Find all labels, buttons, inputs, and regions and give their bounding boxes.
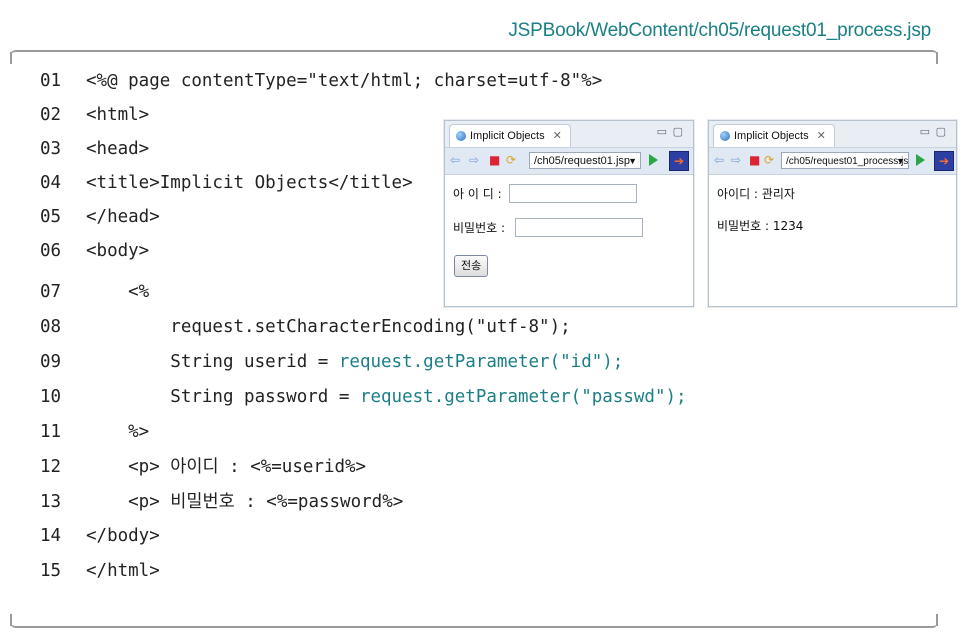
chevron-down-icon[interactable]: ▼ bbox=[628, 153, 637, 168]
code-line: 08 request.setCharacterEncoding("utf-8")… bbox=[40, 317, 571, 337]
tab-bar: Implicit Objects ✕ ▭ ▢ bbox=[445, 121, 693, 148]
code-line: 12 <p> 아이디 : <%=userid%> bbox=[40, 457, 367, 477]
code-line: 07 <% bbox=[40, 282, 150, 302]
code-line: 11 %> bbox=[40, 422, 150, 442]
submit-button[interactable]: 전송 bbox=[454, 255, 489, 277]
userid-output: 아이디 : 관리자 bbox=[717, 187, 795, 201]
code-line: 02 <html> bbox=[40, 105, 150, 125]
globe-icon bbox=[456, 131, 466, 141]
minimize-icon[interactable]: ▭ bbox=[920, 125, 930, 138]
browser-window-form: Implicit Objects ✕ ▭ ▢ ⇦ ⇨ ■ ⟳ /ch05/req… bbox=[444, 120, 694, 307]
globe-icon bbox=[720, 131, 730, 141]
file-path: JSPBook/WebContent/ch05/request01_proces… bbox=[508, 20, 931, 41]
code-line: 13 <p> 비밀번호 : <%=password%> bbox=[40, 492, 404, 512]
tab-title: Implicit Objects bbox=[470, 130, 545, 142]
code-line: 01 <%@ page contentType="text/html; chars… bbox=[40, 71, 603, 91]
chevron-down-icon[interactable]: ▼ bbox=[896, 153, 905, 168]
code-line: 14 </body> bbox=[40, 526, 160, 546]
go-icon[interactable] bbox=[649, 154, 658, 166]
refresh-icon[interactable]: ⟳ bbox=[506, 154, 516, 166]
stop-icon[interactable]: ■ bbox=[489, 154, 500, 166]
id-label: 아 이 디 : bbox=[453, 187, 502, 201]
tab-title: Implicit Objects bbox=[734, 130, 809, 142]
browser-window-result: Implicit Objects ✕ ▭ ▢ ⇦ ⇨ ■ ⟳ /ch05/req… bbox=[708, 120, 957, 307]
password-output: 비밀번호 : 1234 bbox=[717, 219, 804, 233]
password-label: 비밀번호 : bbox=[453, 221, 506, 235]
tab-bar: Implicit Objects ✕ ▭ ▢ bbox=[709, 121, 956, 148]
code-line: 03 <head> bbox=[40, 139, 150, 159]
url-field[interactable]: /ch05/request01_process.jsp ▼ bbox=[781, 152, 909, 169]
stop-icon[interactable]: ■ bbox=[749, 154, 760, 166]
external-browser-icon[interactable]: ➔ bbox=[934, 151, 954, 171]
minimize-icon[interactable]: ▭ bbox=[657, 125, 667, 138]
go-icon[interactable] bbox=[916, 154, 925, 166]
code-line: 05 </head> bbox=[40, 207, 160, 227]
browser-toolbar: ⇦ ⇨ ■ ⟳ /ch05/request01_process.jsp ▼ ➔ bbox=[709, 148, 956, 175]
browser-toolbar: ⇦ ⇨ ■ ⟳ /ch05/request01.jsp ▼ ➔ bbox=[445, 148, 693, 175]
back-icon[interactable]: ⇦ bbox=[450, 154, 460, 166]
maximize-icon[interactable]: ▢ bbox=[936, 125, 946, 138]
maximize-icon[interactable]: ▢ bbox=[673, 125, 683, 138]
code-line: 15 </html> bbox=[40, 561, 160, 581]
back-icon[interactable]: ⇦ bbox=[714, 154, 724, 166]
external-browser-icon[interactable]: ➔ bbox=[669, 151, 689, 171]
password-input[interactable] bbox=[515, 218, 643, 237]
close-icon[interactable]: ✕ bbox=[817, 125, 826, 147]
code-line: 09 String userid = request.getParameter(… bbox=[40, 352, 624, 372]
code-line: 06 <body> bbox=[40, 241, 150, 261]
code-line: 10 String password = request.getParamete… bbox=[40, 387, 687, 407]
refresh-icon[interactable]: ⟳ bbox=[764, 154, 774, 166]
close-icon[interactable]: ✕ bbox=[553, 125, 562, 147]
forward-icon[interactable]: ⇨ bbox=[469, 154, 479, 166]
code-line: 04 <title>Implicit Objects</title> bbox=[40, 173, 413, 193]
id-input[interactable] bbox=[509, 184, 637, 203]
tab-implicit-objects[interactable]: Implicit Objects ✕ bbox=[713, 124, 835, 147]
forward-icon[interactable]: ⇨ bbox=[731, 154, 741, 166]
tab-implicit-objects[interactable]: Implicit Objects ✕ bbox=[449, 124, 571, 147]
url-field[interactable]: /ch05/request01.jsp ▼ bbox=[529, 152, 641, 169]
